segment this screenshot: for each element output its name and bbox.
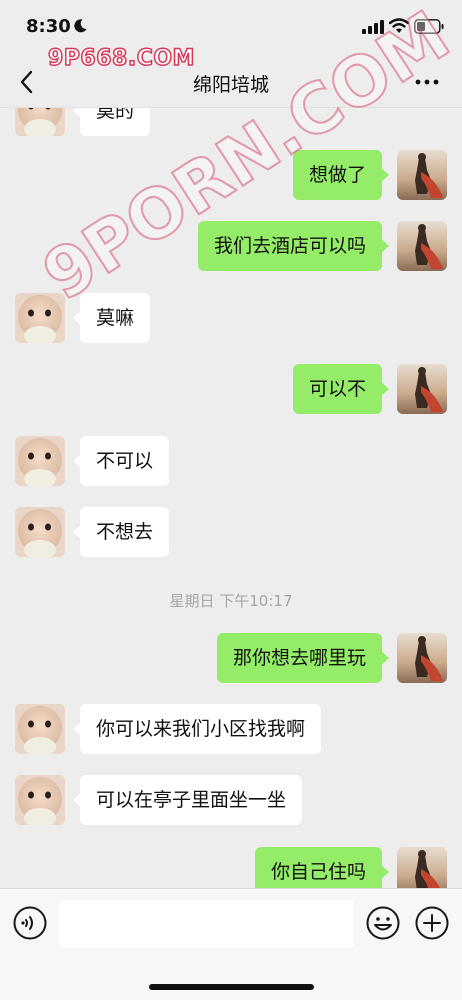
- watermark-top: 9P668.COM: [47, 45, 195, 72]
- battery-icon: [414, 19, 444, 34]
- home-indicator: [149, 984, 314, 990]
- emoji-icon[interactable]: [365, 905, 401, 941]
- plus-icon[interactable]: [414, 905, 450, 941]
- message-bubble[interactable]: 想做了: [292, 150, 390, 200]
- message-bubble[interactable]: 可以在亭子里面坐一坐: [72, 775, 303, 825]
- message-bubble[interactable]: 可以不: [292, 364, 390, 414]
- message-bubble[interactable]: 那你想去哪里玩: [216, 633, 390, 683]
- contact-avatar[interactable]: [15, 507, 65, 557]
- message-bubble[interactable]: 你自己住吗: [254, 847, 390, 888]
- voice-icon[interactable]: [12, 905, 48, 941]
- input-bar: [0, 888, 462, 1000]
- chat-timestamp: 星期日 下午10:17: [169, 592, 293, 610]
- user-avatar[interactable]: [397, 150, 447, 200]
- wifi-icon: [389, 18, 409, 33]
- user-avatar[interactable]: [397, 221, 447, 271]
- contact-avatar[interactable]: [15, 436, 65, 486]
- moon-icon: [74, 19, 87, 33]
- contact-avatar[interactable]: [15, 704, 65, 754]
- user-avatar[interactable]: [397, 364, 447, 414]
- message-bubble[interactable]: 你可以来我们小区找我啊: [72, 704, 322, 754]
- signal-icon: [362, 20, 384, 34]
- user-avatar[interactable]: [397, 847, 447, 888]
- message-bubble[interactable]: 不想去: [72, 507, 170, 557]
- contact-avatar[interactable]: [15, 108, 65, 136]
- user-avatar[interactable]: [397, 633, 447, 683]
- status-time: 8:30: [26, 16, 71, 37]
- message-bubble[interactable]: 我们去酒店可以吗: [197, 221, 390, 271]
- message-bubble[interactable]: 莫的: [72, 108, 151, 136]
- chat-area[interactable]: 莫的 想做了 我们去酒店可以吗 莫嘛 可以不 不可以 不想去 星期日 下午10:…: [0, 108, 462, 888]
- message-bubble[interactable]: 莫嘛: [72, 293, 151, 343]
- message-bubble[interactable]: 不可以: [72, 436, 170, 486]
- chat-title: 绵阳培城: [192, 74, 269, 96]
- message-input[interactable]: [59, 900, 354, 948]
- contact-avatar[interactable]: [15, 293, 65, 343]
- more-icon[interactable]: [414, 72, 440, 92]
- contact-avatar[interactable]: [15, 775, 65, 825]
